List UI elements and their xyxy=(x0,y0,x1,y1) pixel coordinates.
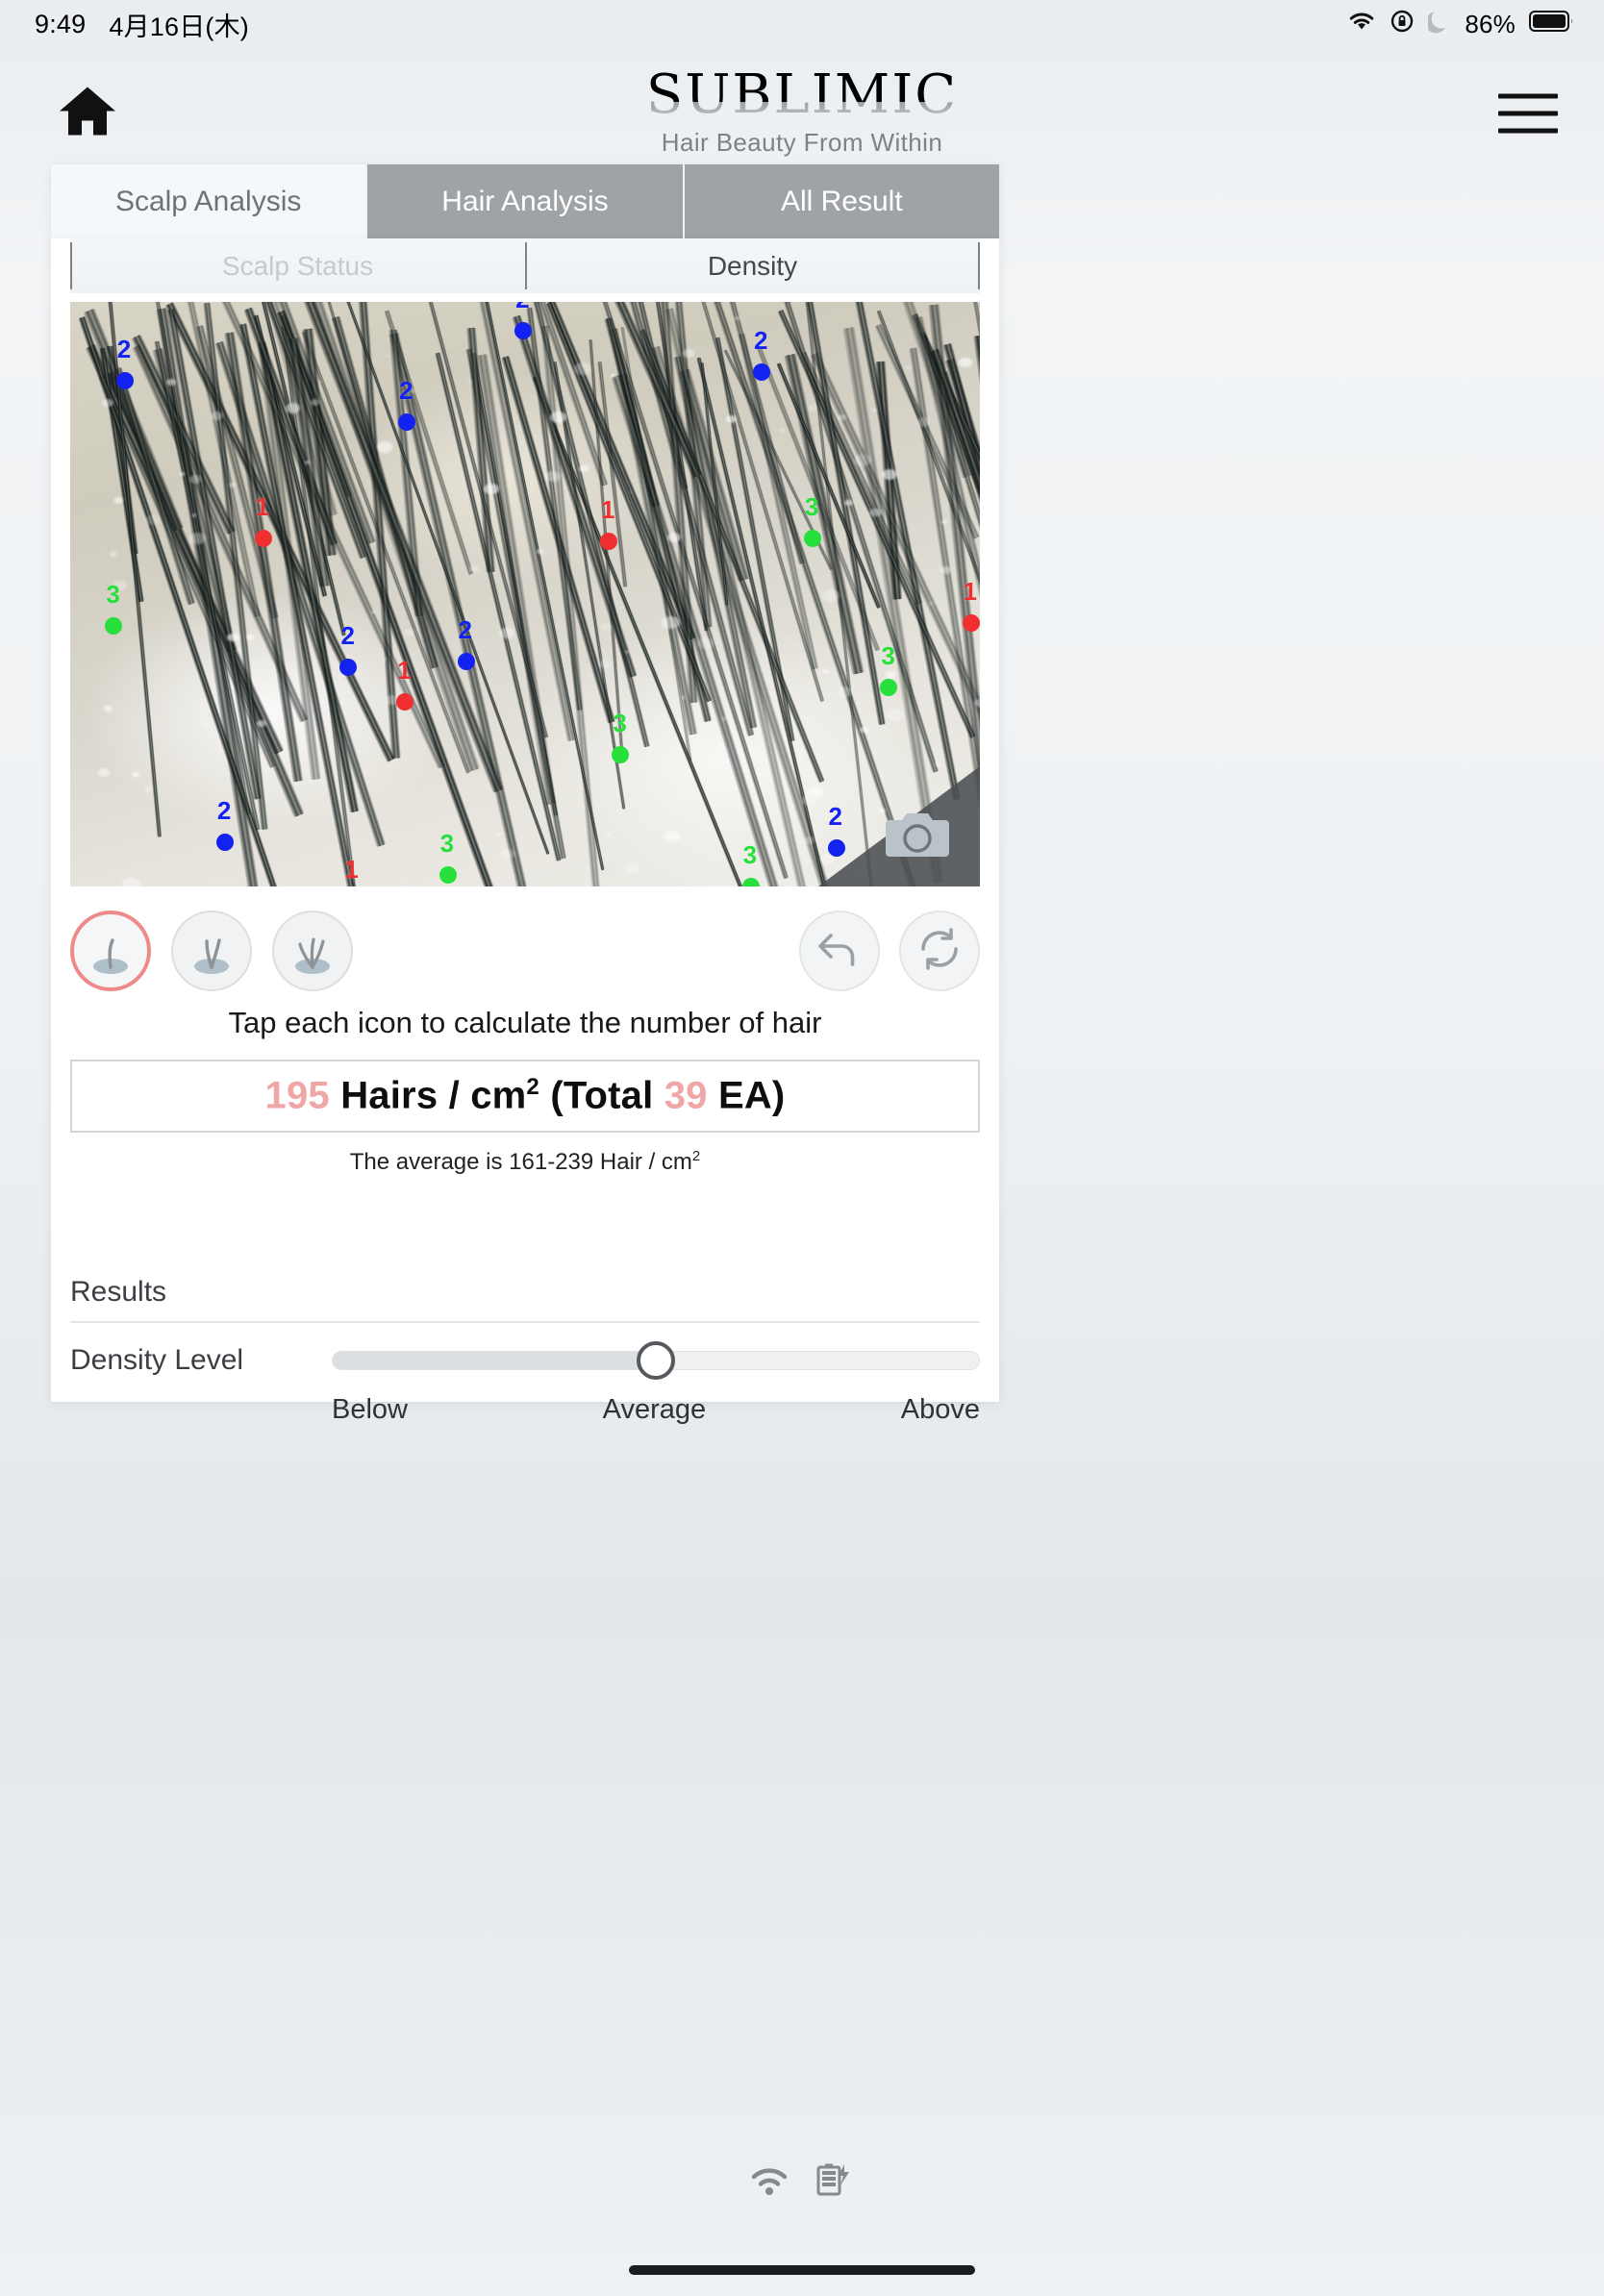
marker-number: 1 xyxy=(601,495,615,525)
marker-number: 2 xyxy=(515,302,529,314)
reset-refresh-icon xyxy=(915,926,964,977)
camera-capture-button[interactable] xyxy=(818,766,980,886)
marker-number: 2 xyxy=(753,325,768,355)
density-level-label: Density Level xyxy=(70,1344,244,1376)
marker-dot xyxy=(962,614,980,633)
marker-number: 2 xyxy=(340,621,355,650)
marker-number: 1 xyxy=(344,855,359,885)
density-unit: Hairs / cm xyxy=(340,1074,527,1117)
home-icon[interactable] xyxy=(58,84,117,142)
one-hair-follicle-icon[interactable] xyxy=(70,911,151,991)
undo-button[interactable] xyxy=(799,911,880,991)
tab-bar: Scalp Analysis Hair Analysis All Result xyxy=(51,164,999,238)
two-hair-follicle-icon[interactable] xyxy=(171,911,252,991)
marker-dot xyxy=(741,878,760,886)
do-not-disturb-moon-icon xyxy=(1425,9,1451,40)
slider-thumb[interactable] xyxy=(637,1341,675,1380)
status-date: 4月16日(木) xyxy=(109,12,249,41)
undo-arrow-icon xyxy=(815,927,864,976)
marker-number: 1 xyxy=(397,656,412,686)
marker-number: 1 xyxy=(255,492,270,522)
average-note: The average is 161-239 Hair / cm2 xyxy=(51,1148,999,1176)
density-level-slider[interactable] xyxy=(332,1341,980,1380)
device-status-bar xyxy=(0,2160,1604,2204)
subtab-label: Scalp Status xyxy=(221,250,374,281)
brand-name: SUBLIMIC xyxy=(645,63,959,126)
marker-dot xyxy=(398,412,416,431)
total-value: 39 xyxy=(664,1074,708,1117)
battery-charging-icon xyxy=(813,2160,857,2204)
slider-track xyxy=(332,1341,980,1380)
density-value: 195 xyxy=(264,1074,330,1117)
tab-label: Hair Analysis xyxy=(441,185,609,217)
density-level-row: Density Level xyxy=(70,1341,980,1380)
marker-dot xyxy=(439,865,457,884)
tab-bar-card: Scalp Analysis Hair Analysis All Result xyxy=(51,164,999,238)
results-section-title: Results xyxy=(70,1276,980,1323)
scalp-microscope-image[interactable]: 2222113312213322331 xyxy=(70,302,980,886)
marker-number: 3 xyxy=(742,840,758,869)
density-result-box: 195 Hairs / cm2 (Total 39 EA) xyxy=(70,1060,980,1133)
marker-number: 3 xyxy=(804,492,819,522)
marker-dot xyxy=(254,530,272,548)
slider-fill xyxy=(333,1352,656,1369)
marker-number: 1 xyxy=(963,577,977,607)
status-time: 9:49 xyxy=(35,9,87,38)
density-scale-labels: Below Average Above xyxy=(332,1394,980,1426)
scale-label-above: Above xyxy=(900,1394,980,1425)
tab-hair-analysis[interactable]: Hair Analysis xyxy=(367,164,685,238)
marker-number: 3 xyxy=(106,580,120,610)
total-suffix: EA) xyxy=(707,1074,786,1117)
tab-scalp-analysis[interactable]: Scalp Analysis xyxy=(51,164,368,238)
marker-number: 3 xyxy=(439,828,455,858)
marker-number: 2 xyxy=(216,796,232,826)
density-result-text: 195 Hairs / cm2 (Total 39 EA) xyxy=(265,1074,786,1117)
subtab-scalp-status[interactable]: Scalp Status xyxy=(70,238,525,293)
home-indicator xyxy=(629,2265,975,2275)
status-bar: 9:49 4月16日(木) 86% xyxy=(0,0,1604,48)
camera-icon xyxy=(884,807,951,865)
wifi-icon xyxy=(1347,10,1376,39)
density-unit-sup: 2 xyxy=(526,1074,539,1101)
marker-number: 3 xyxy=(881,641,895,671)
instruction-text: Tap each icon to calculate the number of… xyxy=(228,1006,822,1039)
marker-number: 2 xyxy=(458,614,472,644)
tab-label: All Result xyxy=(780,185,903,217)
marker-number: 2 xyxy=(399,375,414,405)
rotation-lock-icon xyxy=(1390,9,1415,40)
brand-logo: SUBLIMIC Hair Beauty From Within xyxy=(646,68,958,158)
scale-label-below: Below xyxy=(332,1394,408,1425)
scale-label-average: Average xyxy=(602,1394,707,1425)
battery-percent: 86% xyxy=(1465,9,1516,38)
marker-dot xyxy=(752,362,770,381)
total-prefix: (Total xyxy=(550,1074,664,1117)
tab-all-result[interactable]: All Result xyxy=(684,164,999,238)
average-note-sup: 2 xyxy=(691,1148,701,1164)
marker-number: 3 xyxy=(613,709,627,738)
marker-dot xyxy=(457,652,475,670)
subtab-bar: Scalp Status Density xyxy=(70,238,980,293)
tab-label: Scalp Analysis xyxy=(114,185,302,217)
hamburger-menu-icon[interactable] xyxy=(1498,93,1558,133)
brand-tagline: Hair Beauty From Within xyxy=(661,128,943,157)
wifi-icon xyxy=(747,2162,791,2202)
average-note-text: The average is 161-239 Hair / cm xyxy=(349,1149,692,1175)
subtab-label: Density xyxy=(707,250,798,281)
reset-button[interactable] xyxy=(899,911,980,991)
marker-number: 2 xyxy=(116,335,132,364)
subtab-density[interactable]: Density xyxy=(525,238,980,293)
battery-icon xyxy=(1529,10,1575,39)
hair-count-toolbar xyxy=(70,898,980,1004)
analysis-panel: Scalp Status Density 2 2 2 2 1 1 3 3 1 2 2 1 3 3 2 2 3 3 1 xyxy=(51,238,999,1425)
marker-dot xyxy=(115,372,134,390)
app-header: SUBLIMIC Hair Beauty From Within xyxy=(0,48,1604,178)
three-hair-follicle-icon[interactable] xyxy=(272,911,353,991)
